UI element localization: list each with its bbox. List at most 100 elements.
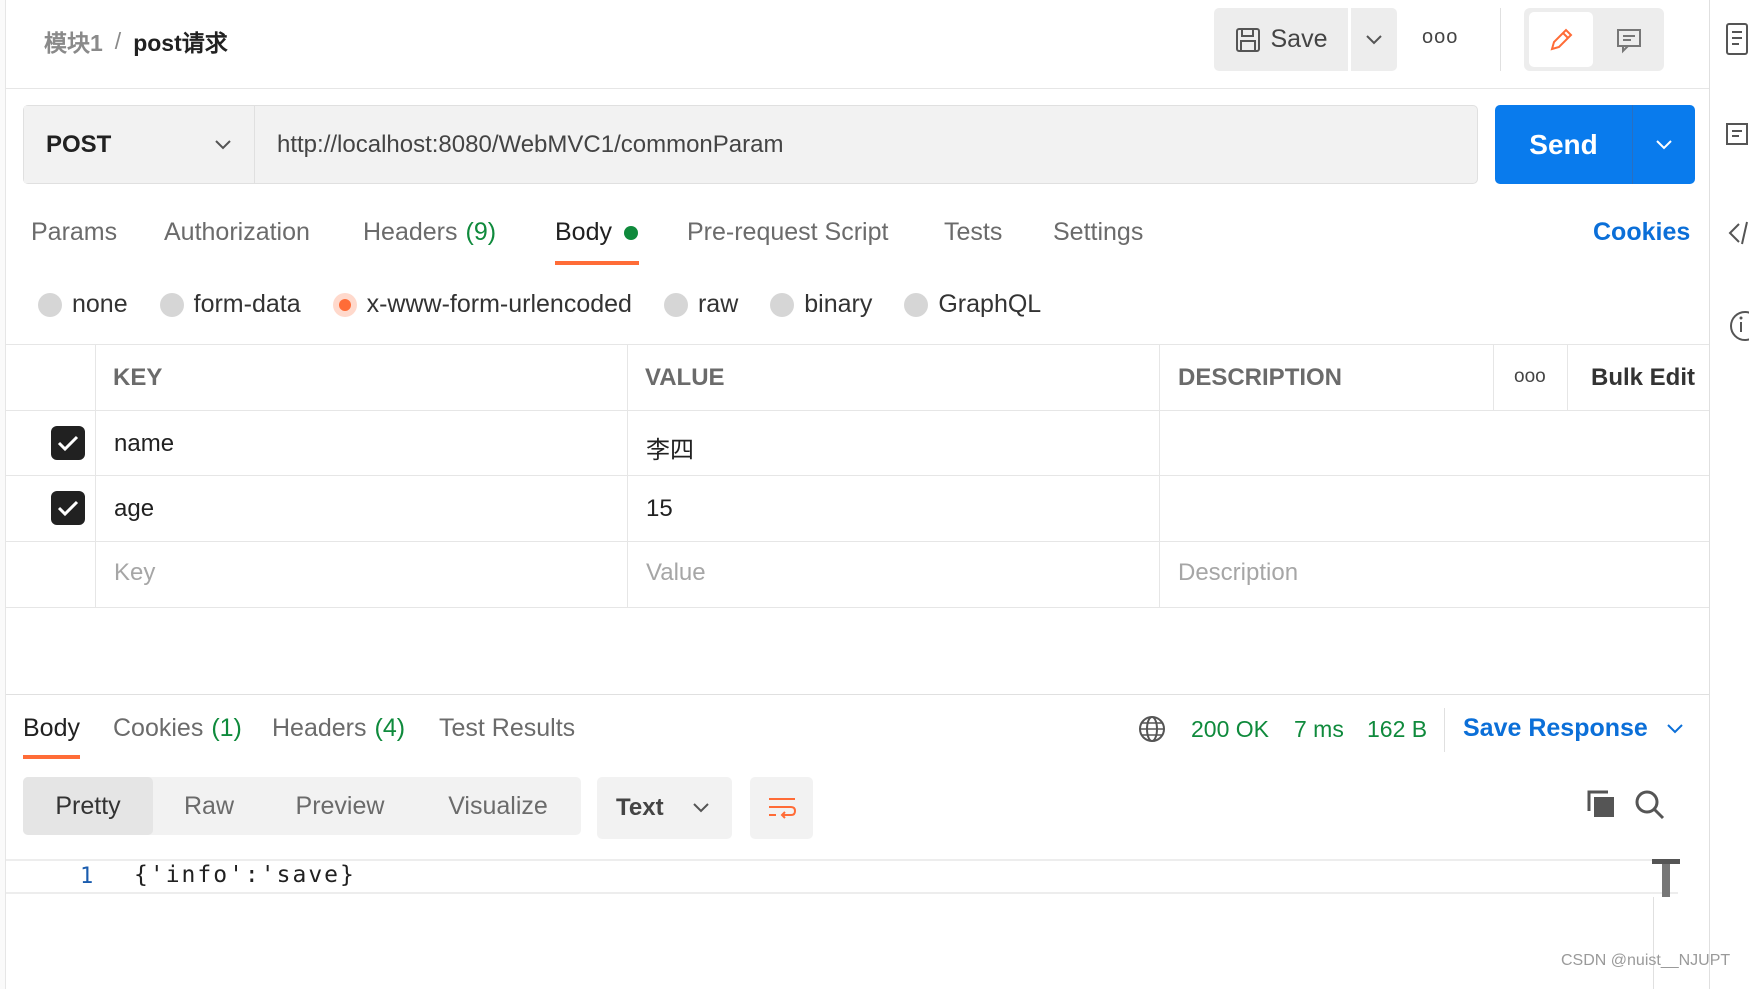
save-response-button[interactable]: Save Response	[1463, 714, 1684, 743]
editor-scroll-track	[1653, 897, 1654, 989]
meta-divider	[1444, 708, 1445, 752]
radio-form-data[interactable]	[159, 292, 184, 317]
body-indicator-dot	[623, 225, 638, 240]
url-text: http://localhost:8080/WebMVC1/commonPara…	[277, 130, 784, 158]
request-bar: POST http://localhost:8080/WebMVC1/commo…	[23, 105, 1478, 184]
response-active-underline	[23, 755, 80, 759]
url-input[interactable]: http://localhost:8080/WebMVC1/commonPara…	[255, 106, 1477, 183]
right-panel-divider	[1709, 0, 1710, 989]
response-code[interactable]: {'info':'save}	[134, 862, 356, 888]
tab-pre-request-script[interactable]: Pre-request Script	[687, 218, 888, 247]
comment-mode-button[interactable]	[1599, 12, 1659, 67]
tab-settings[interactable]: Settings	[1053, 218, 1143, 247]
radio-none-label: none	[72, 290, 128, 318]
check-icon	[57, 435, 79, 452]
breadcrumb-parent[interactable]: 模块1	[44, 24, 103, 58]
response-tab-body[interactable]: Body	[23, 714, 80, 743]
save-dropdown-button[interactable]	[1351, 8, 1397, 71]
editor-scrollbar[interactable]	[1652, 859, 1680, 897]
radio-binary[interactable]	[770, 292, 795, 317]
chevron-down-icon	[215, 139, 231, 149]
row-checkbox[interactable]	[51, 491, 85, 525]
table-more-button[interactable]: ooo	[1514, 366, 1546, 388]
tab-tests[interactable]: Tests	[944, 218, 1002, 247]
send-dropdown-button[interactable]	[1633, 105, 1695, 184]
chevron-down-icon	[693, 803, 709, 813]
row-key[interactable]: age	[114, 495, 154, 523]
tab-authorization[interactable]: Authorization	[164, 218, 310, 247]
info-icon[interactable]	[1725, 310, 1749, 342]
format-select[interactable]: Text	[597, 777, 732, 839]
row-value[interactable]: 15	[646, 495, 673, 523]
new-value-input[interactable]: Value	[646, 559, 706, 587]
radio-binary-label: binary	[804, 290, 873, 318]
response-tab-cookies-count: (1)	[211, 714, 242, 742]
radio-none[interactable]	[38, 292, 62, 317]
globe-icon[interactable]	[1137, 714, 1167, 744]
bulk-edit-button[interactable]: Bulk Edit	[1591, 364, 1695, 392]
view-mode-visualize[interactable]: Visualize	[415, 777, 581, 835]
response-tab-test-results[interactable]: Test Results	[439, 714, 575, 743]
documentation-icon[interactable]	[1725, 22, 1749, 56]
view-mode-preview[interactable]: Preview	[265, 777, 415, 835]
breadcrumb-current[interactable]: post请求	[133, 24, 228, 58]
radio-graphql[interactable]	[904, 292, 929, 317]
tab-headers[interactable]: Headers (9)	[363, 218, 496, 247]
response-divider	[6, 694, 1709, 695]
header-divider	[6, 88, 1709, 89]
view-mode-segmented: Pretty Raw Preview Visualize	[23, 777, 581, 835]
row-key[interactable]: name	[114, 430, 174, 458]
more-options-button[interactable]: ooo	[1422, 26, 1458, 49]
save-label: Save	[1270, 25, 1328, 53]
chevron-down-icon	[1667, 723, 1683, 733]
tab-body-label: Body	[555, 218, 612, 246]
chevron-down-icon	[1656, 139, 1672, 149]
cookies-link[interactable]: Cookies	[1593, 218, 1690, 247]
method-label: POST	[46, 130, 112, 158]
response-tab-headers-count: (4)	[374, 714, 406, 742]
mode-toggle	[1524, 8, 1664, 71]
column-header-key: KEY	[113, 364, 163, 391]
wrap-lines-button[interactable]	[750, 777, 813, 839]
comment-icon	[1617, 28, 1641, 53]
method-select[interactable]: POST	[24, 106, 255, 183]
breadcrumb: 模块1 / post请求	[44, 24, 228, 58]
row-checkbox[interactable]	[51, 426, 85, 460]
save-button[interactable]: Save	[1214, 8, 1348, 71]
view-mode-raw[interactable]: Raw	[153, 777, 265, 835]
check-icon	[57, 500, 79, 517]
radio-raw[interactable]	[663, 292, 688, 317]
column-header-value: VALUE	[645, 364, 725, 391]
params-table: KEY VALUE DESCRIPTION ooo Bulk Edit name…	[6, 344, 1709, 609]
send-button[interactable]: Send	[1495, 105, 1632, 184]
view-mode-pretty[interactable]: Pretty	[23, 777, 153, 835]
new-description-input[interactable]: Description	[1178, 559, 1298, 587]
tab-headers-label: Headers	[363, 218, 458, 246]
edit-mode-button[interactable]	[1529, 12, 1593, 67]
body-type-options: none form-data x-www-form-urlencoded raw…	[38, 290, 1041, 319]
response-tab-cookies[interactable]: Cookies (1)	[113, 714, 242, 743]
toolbar-divider	[1500, 8, 1501, 71]
status-code[interactable]: 200 OK	[1191, 716, 1269, 743]
active-tab-underline	[555, 261, 639, 265]
response-tab-headers-label: Headers	[272, 714, 367, 742]
send-label: Send	[1529, 128, 1598, 160]
tab-body[interactable]: Body	[555, 218, 638, 247]
tab-params[interactable]: Params	[31, 218, 117, 247]
save-response-label: Save Response	[1463, 714, 1648, 742]
radio-graphql-label: GraphQL	[938, 290, 1042, 318]
comments-panel-icon[interactable]	[1725, 122, 1749, 152]
radio-urlencoded[interactable]	[332, 292, 357, 317]
tab-headers-count: (9)	[465, 218, 497, 246]
line-number: 1	[80, 864, 94, 889]
response-tab-cookies-label: Cookies	[113, 714, 204, 742]
new-key-input[interactable]: Key	[114, 559, 155, 587]
response-tab-headers[interactable]: Headers (4)	[272, 714, 405, 743]
search-icon[interactable]	[1634, 789, 1666, 821]
response-time[interactable]: 7 ms	[1294, 716, 1344, 743]
radio-form-data-label: form-data	[193, 290, 301, 318]
response-size[interactable]: 162 B	[1367, 716, 1427, 743]
row-value[interactable]: 李四	[646, 430, 694, 465]
code-snippet-icon[interactable]	[1725, 218, 1749, 248]
copy-icon[interactable]	[1586, 789, 1616, 819]
